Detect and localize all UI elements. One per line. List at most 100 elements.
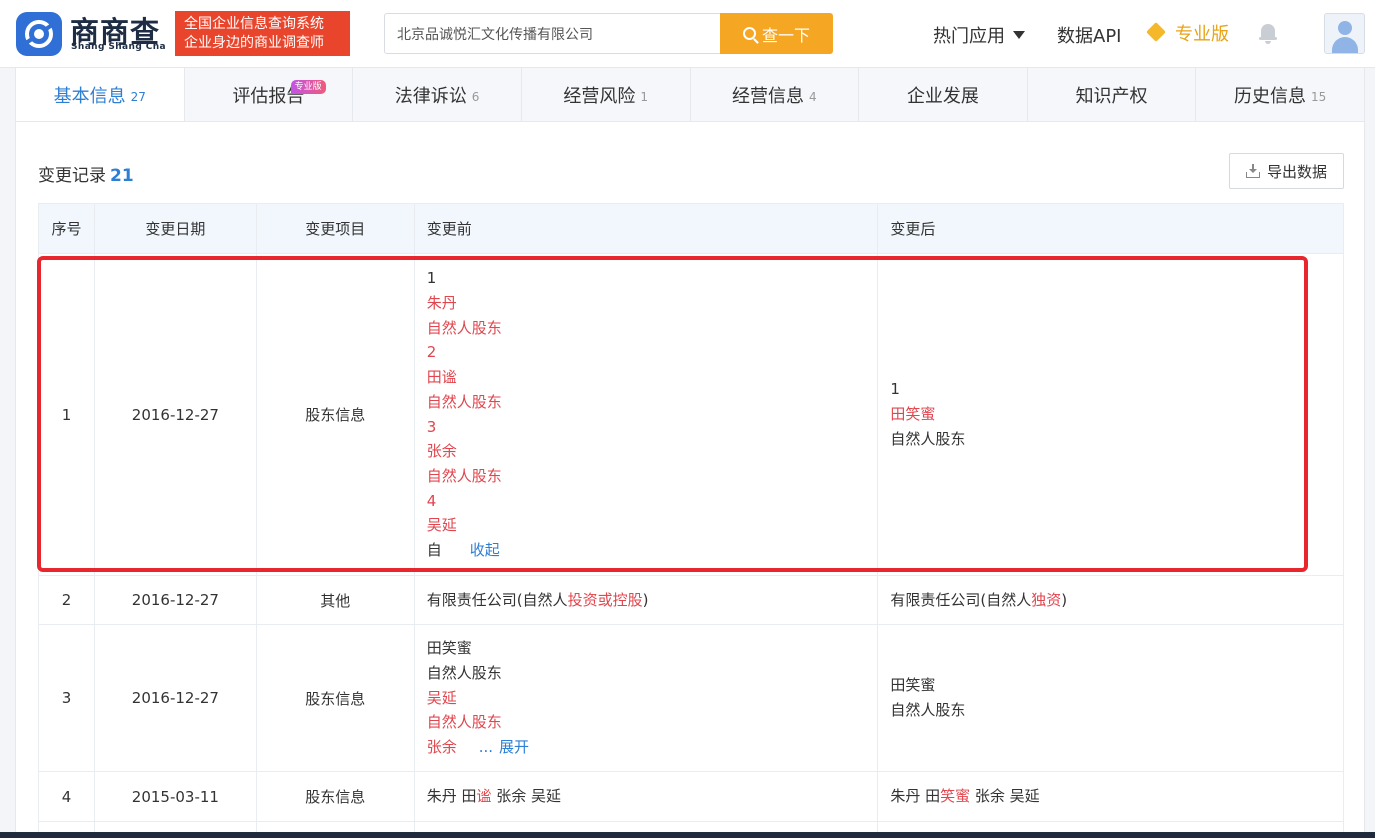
cell-after: 有限责任公司(自然人独资) bbox=[877, 575, 1344, 625]
tab-count: 6 bbox=[471, 89, 480, 104]
cell-before: 田笑蜜 自然人股东 吴延 自然人股东 张余... 展开 bbox=[413, 624, 879, 772]
before-line: 吴延 bbox=[426, 688, 457, 707]
table-row: 4 2015-03-11 股东信息 朱丹 田谧 张余 吴延 朱丹 田笑蜜 张余 … bbox=[38, 771, 1344, 822]
cell-item: 股东信息 bbox=[255, 624, 415, 772]
nav-hot-apps[interactable]: 热门应用 bbox=[933, 22, 1025, 48]
search-button[interactable]: 查一下 bbox=[720, 13, 833, 54]
logo-icon[interactable] bbox=[16, 12, 62, 56]
search-button-label: 查一下 bbox=[761, 25, 810, 45]
tab-count: 27 bbox=[130, 89, 146, 104]
export-label: 导出数据 bbox=[1266, 162, 1327, 181]
cell-after: 1 田笑蜜 自然人股东 bbox=[877, 253, 1344, 576]
diamond-icon bbox=[1146, 25, 1166, 42]
company-tabs: 基本信息 27 评估报告 专业版 法律诉讼 6 经营风险 1 经营信息 4 企业发展 知… bbox=[15, 68, 1365, 122]
before-line: 朱丹 bbox=[426, 293, 457, 312]
before-line: 自然人股东 bbox=[426, 466, 502, 485]
after-text: ) bbox=[1061, 590, 1068, 609]
cell-after: 朱丹 田笑蜜 张余 吴延 bbox=[877, 771, 1344, 822]
change-records-panel: 变更记录 21 导出数据 序号 变更日期 变更项目 变更前 变更后 1 2016-… bbox=[15, 122, 1365, 838]
table-row: 2 2016-12-27 其他 有限责任公司(自然人投资或控股) 有限责任公司(… bbox=[38, 575, 1344, 625]
before-line: 1 bbox=[426, 269, 437, 288]
search-icon bbox=[742, 27, 756, 40]
tab-label: 经营风险 bbox=[563, 85, 636, 107]
collapse-link[interactable]: 收起 bbox=[470, 541, 500, 559]
slogan-banner: 全国企业信息查询系统 企业身边的商业调查师 bbox=[175, 11, 350, 56]
after-highlight: 笑蜜 bbox=[940, 787, 971, 806]
before-text: 有限责任公司(自然人 bbox=[426, 590, 568, 609]
nav-data-api[interactable]: 数据API bbox=[1057, 22, 1121, 48]
col-header-before: 变更前 bbox=[413, 203, 879, 254]
slogan-line-1: 全国企业信息查询系统 bbox=[184, 16, 324, 32]
caret-down-icon bbox=[1013, 31, 1025, 39]
nav-hot-apps-label: 热门应用 bbox=[933, 26, 1005, 47]
cell-no: 1 bbox=[38, 253, 95, 576]
after-line: 自然人股东 bbox=[890, 701, 966, 719]
tab-business-risk[interactable]: 经营风险 1 bbox=[522, 68, 691, 121]
nav-pro-version[interactable]: 专业版 bbox=[1146, 20, 1229, 46]
before-line: 自然人股东 bbox=[426, 392, 502, 411]
before-line: 3 bbox=[426, 417, 437, 436]
cell-date: 2016-12-27 bbox=[93, 253, 257, 576]
tab-basic-info[interactable]: 基本信息 27 bbox=[16, 68, 185, 121]
cell-before: 1 朱丹 自然人股东 2 田谧 自然人股东 3 张余 自然人股东 4 吴延 自 收… bbox=[413, 253, 879, 576]
tab-count: 4 bbox=[808, 89, 817, 104]
cell-item: 股东信息 bbox=[255, 253, 415, 576]
before-line: 自然人股东 bbox=[426, 318, 502, 337]
search-input[interactable] bbox=[384, 13, 720, 54]
cell-before: 有限责任公司(自然人投资或控股) bbox=[413, 575, 879, 625]
truncated-text: 自 bbox=[426, 541, 442, 560]
slogan-line-2: 企业身边的商业调查师 bbox=[184, 35, 324, 51]
cell-item: 股东信息 bbox=[255, 771, 415, 822]
tab-legal[interactable]: 法律诉讼 6 bbox=[353, 68, 522, 121]
tab-business-info[interactable]: 经营信息 4 bbox=[691, 68, 860, 121]
after-text: 朱丹 田 bbox=[890, 787, 941, 806]
top-header: 商商查 Shang Shang Cha 全国企业信息查询系统 企业身边的商业调查… bbox=[0, 0, 1375, 68]
before-highlight: 投资或控股 bbox=[567, 590, 643, 609]
cell-no: 2 bbox=[38, 575, 95, 625]
after-highlight: 独资 bbox=[1031, 590, 1062, 609]
tab-label: 企业发展 bbox=[906, 85, 979, 107]
before-line: 自然人股东 bbox=[426, 713, 502, 732]
before-line: 田笑蜜 bbox=[426, 639, 472, 658]
col-header-after: 变更后 bbox=[877, 203, 1344, 254]
before-highlight: 谧 bbox=[476, 787, 492, 806]
tab-count: 1 bbox=[640, 89, 648, 104]
avatar[interactable] bbox=[1324, 13, 1365, 54]
cell-date: 2016-12-27 bbox=[93, 575, 257, 625]
tab-label: 基本信息 bbox=[53, 85, 126, 107]
before-line: 自 收起 bbox=[427, 538, 878, 563]
section-title: 变更记录 21 bbox=[38, 161, 134, 186]
cell-date: 2015-03-11 bbox=[93, 771, 257, 822]
before-text: ) bbox=[642, 590, 649, 609]
tab-ip[interactable]: 知识产权 bbox=[1028, 68, 1197, 121]
before-highlight: 张余 bbox=[426, 738, 457, 757]
tab-label: 经营信息 bbox=[731, 85, 804, 107]
tab-evaluation-report[interactable]: 评估报告 专业版 bbox=[185, 68, 354, 121]
cell-before: 朱丹 田谧 张余 吴延 bbox=[413, 771, 879, 822]
section-count: 21 bbox=[110, 166, 134, 186]
tab-label: 历史信息 bbox=[1234, 85, 1307, 107]
tab-history[interactable]: 历史信息 15 bbox=[1196, 68, 1364, 121]
cell-after: 田笑蜜 自然人股东 bbox=[877, 624, 1344, 772]
download-icon bbox=[1245, 164, 1260, 178]
before-line: 张余... 展开 bbox=[427, 735, 878, 760]
table-row: 3 2016-12-27 股东信息 田笑蜜 自然人股东 吴延 自然人股东 张余.… bbox=[38, 624, 1344, 772]
tab-label: 法律诉讼 bbox=[394, 85, 467, 107]
brand-name-en: Shang Shang Cha bbox=[71, 42, 166, 52]
bottom-bar bbox=[0, 832, 1375, 838]
ellipsis: ... bbox=[478, 738, 494, 757]
section-title-label: 变更记录 bbox=[38, 166, 106, 186]
tab-development[interactable]: 企业发展 bbox=[859, 68, 1028, 121]
nav-pro-label: 专业版 bbox=[1175, 24, 1229, 45]
cell-no: 4 bbox=[38, 771, 95, 822]
bell-icon[interactable] bbox=[1259, 24, 1277, 44]
before-line: 4 bbox=[426, 491, 437, 510]
after-line: 自然人股东 bbox=[890, 429, 966, 448]
expand-link[interactable]: 展开 bbox=[499, 738, 529, 756]
tab-count: 15 bbox=[1311, 89, 1327, 104]
before-line: 自然人股东 bbox=[426, 663, 502, 682]
export-data-button[interactable]: 导出数据 bbox=[1229, 153, 1344, 189]
before-text: 朱丹 田 bbox=[426, 787, 477, 806]
col-header-date: 变更日期 bbox=[93, 203, 257, 254]
col-header-no: 序号 bbox=[38, 203, 95, 254]
